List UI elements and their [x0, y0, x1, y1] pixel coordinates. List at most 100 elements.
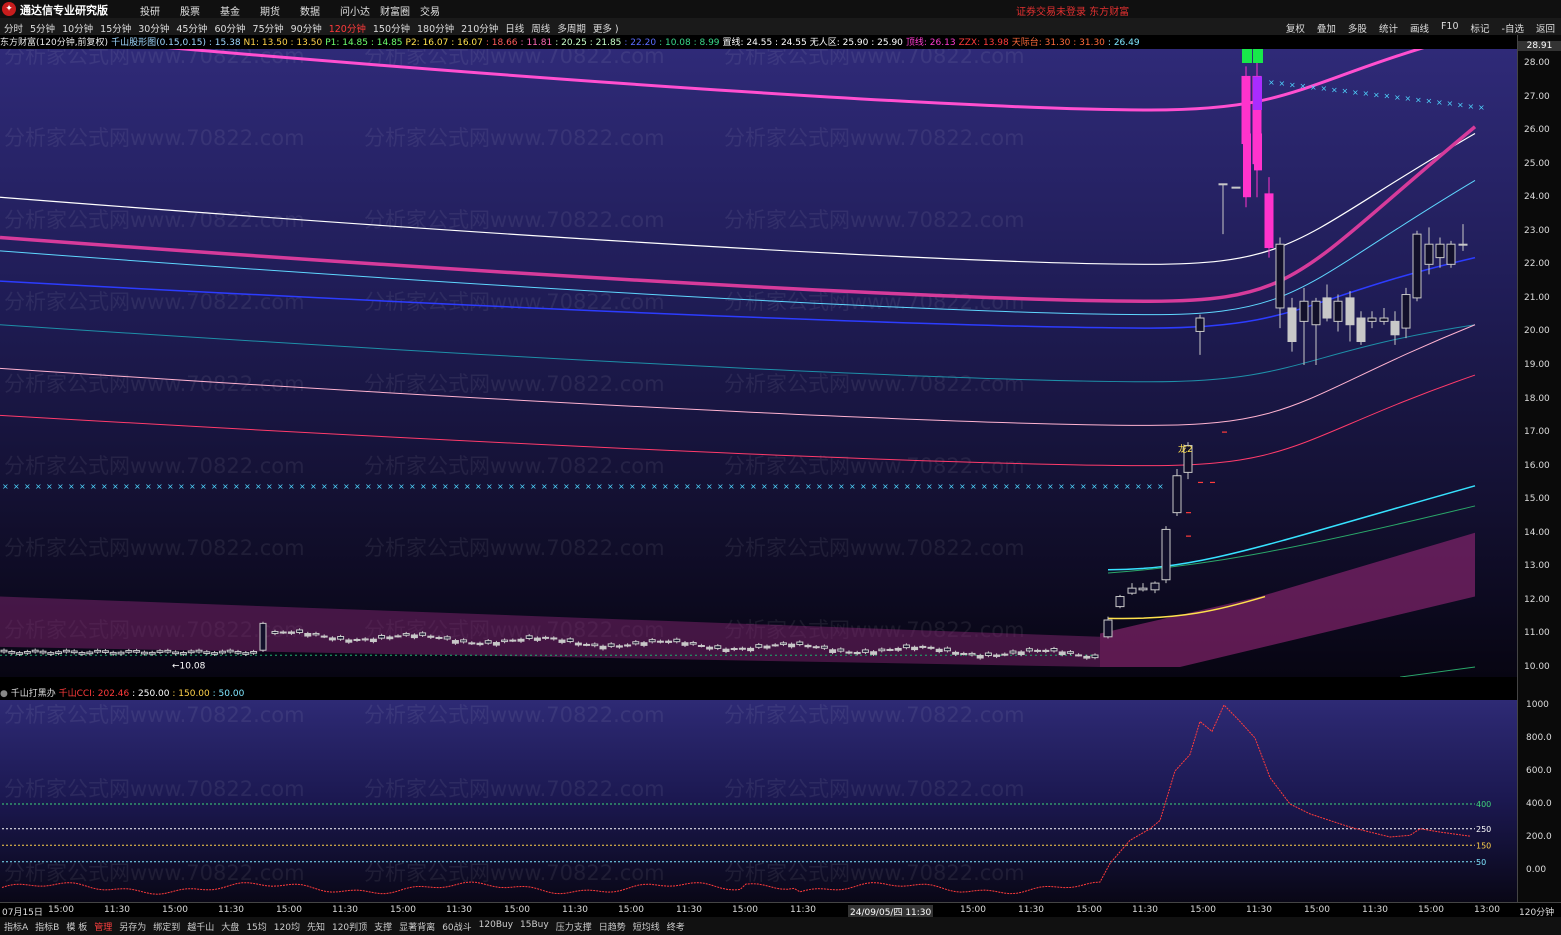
period-tab[interactable]: 75分钟: [253, 21, 284, 35]
candle-body: [738, 647, 746, 650]
menu-item[interactable]: 基金: [220, 3, 260, 18]
period-tab[interactable]: 5分钟: [30, 21, 55, 35]
menu-item[interactable]: 交易: [420, 3, 460, 18]
candle-body: [927, 646, 935, 649]
menu-item[interactable]: 问小达: [340, 3, 380, 18]
formula-tab[interactable]: 显著背离: [399, 920, 435, 933]
period-tab[interactable]: 180分钟: [417, 21, 454, 35]
watermark-text: 分析家公式网www.70822.com: [364, 126, 665, 150]
candle-body: [226, 649, 234, 653]
chart-tool-button[interactable]: 叠加: [1317, 21, 1336, 35]
watermark-text: 分析家公式网www.70822.com: [724, 703, 1025, 727]
x-marker: ×: [145, 482, 152, 491]
candle-body: [337, 636, 345, 640]
x-marker: ×: [948, 482, 955, 491]
time-label: 11:30: [562, 905, 588, 915]
x-marker: ×: [1146, 482, 1153, 491]
menu-item[interactable]: 股票: [180, 3, 220, 18]
period-tab[interactable]: 30分钟: [138, 21, 169, 35]
menu-item[interactable]: 期货: [260, 3, 300, 18]
formula-tab[interactable]: 绑定到: [153, 920, 180, 933]
period-tab[interactable]: 45分钟: [176, 21, 207, 35]
period-tab[interactable]: 210分钟: [461, 21, 498, 35]
watermark-text: 分析家公式网www.70822.com: [4, 49, 305, 68]
period-tab[interactable]: 10分钟: [62, 21, 93, 35]
menu-item[interactable]: 数据: [300, 3, 340, 18]
period-tab[interactable]: 日线: [505, 21, 524, 35]
formula-tab[interactable]: 先知: [307, 920, 325, 933]
period-tab[interactable]: 周线: [531, 21, 550, 35]
formula-tab[interactable]: 60战斗: [442, 920, 471, 933]
period-tab[interactable]: 更多 ): [593, 21, 619, 35]
chart-tool-button[interactable]: F10: [1441, 21, 1459, 35]
candle-body: [203, 651, 211, 654]
watermark-text: 分析家公式网www.70822.com: [364, 861, 665, 885]
formula-tab[interactable]: 终考: [667, 920, 685, 933]
candle-body: [259, 622, 267, 651]
period-tab[interactable]: 多周期: [557, 21, 586, 35]
indicator-value: N1: 13.50 : 13.50: [243, 38, 323, 48]
formula-tab[interactable]: 120均: [274, 920, 300, 933]
candle-body: [755, 644, 763, 648]
login-notice[interactable]: 证券交易未登录 东方财富: [1016, 3, 1129, 18]
formula-tab[interactable]: 指标A: [4, 920, 28, 933]
x-marker: ×: [1135, 482, 1142, 491]
x-marker: ×: [1394, 93, 1401, 102]
cci-tick: 1000: [1526, 700, 1549, 710]
formula-tab[interactable]: 越千山: [187, 920, 214, 933]
chart-tool-button[interactable]: -自选: [1502, 21, 1524, 35]
cci-subchart[interactable]: 分析家公式网www.70822.com 分析家公式网www.70822.com 分析…: [0, 700, 1517, 902]
x-marker: ×: [1363, 89, 1370, 98]
chart-tool-button[interactable]: 复权: [1286, 21, 1305, 35]
chart-tool-button[interactable]: 标记: [1471, 21, 1490, 35]
period-tab[interactable]: 60分钟: [214, 21, 245, 35]
x-marker: ×: [1447, 99, 1454, 108]
time-label: 15:00: [276, 905, 302, 915]
formula-tab[interactable]: 120Buy: [479, 920, 513, 933]
menu-item[interactable]: 投研: [140, 3, 180, 18]
candle-body: [656, 640, 664, 643]
formula-tab[interactable]: 管理: [94, 920, 112, 933]
time-label: 15:00: [618, 905, 644, 915]
watermark-text: 分析家公式网www.70822.com: [4, 861, 305, 885]
formula-tab[interactable]: 大盘: [221, 920, 239, 933]
period-tab[interactable]: 150分钟: [373, 21, 410, 35]
period-tab[interactable]: 分时: [4, 21, 23, 35]
sub-indicator-name[interactable]: 千山打黑办: [11, 689, 56, 699]
chart-tool-button[interactable]: 多股: [1348, 21, 1367, 35]
formula-tab[interactable]: 120判顶: [332, 920, 367, 933]
candle-body: [378, 634, 386, 639]
candle-body: [976, 654, 984, 659]
formula-tab[interactable]: 模 板: [66, 920, 87, 933]
candle-body: [681, 642, 689, 646]
app-logo-icon: ✦: [2, 2, 16, 16]
x-marker: ×: [222, 482, 229, 491]
formula-tab[interactable]: 日趋势: [599, 920, 626, 933]
chart-tool-button[interactable]: 返回: [1536, 21, 1555, 35]
candle-body: [1009, 650, 1017, 654]
x-marker: ×: [1091, 482, 1098, 491]
price-tick: 21.00: [1524, 292, 1550, 303]
formula-tab[interactable]: 15均: [246, 920, 266, 933]
formula-tab[interactable]: 支撑: [374, 920, 392, 933]
price-tick: 27.00: [1524, 91, 1550, 102]
main-price-chart[interactable]: 分析家公式网www.70822.com 分析家公式网www.70822.com 分析…: [0, 49, 1517, 677]
formula-tab[interactable]: 指标B: [35, 920, 59, 933]
candle-body: [1083, 655, 1091, 659]
chart-tool-button[interactable]: 统计: [1379, 21, 1398, 35]
menu-item[interactable]: 财富圈: [380, 3, 420, 18]
candle-body: [55, 651, 63, 654]
price-axis: 28.91 28.00 27.00 26.00 25.00 24.00 23.00 22.0…: [1517, 35, 1561, 683]
period-tab[interactable]: 120分钟: [329, 21, 366, 35]
formula-tab[interactable]: 短均线: [633, 920, 660, 933]
chart-tools: 复权 叠加 多股 统计 画线 F10 标记 -自选 返回: [1286, 21, 1555, 35]
chart-tool-button[interactable]: 画线: [1410, 21, 1429, 35]
candle-body: [501, 639, 509, 643]
formula-tab[interactable]: 压力支撑: [556, 920, 592, 933]
candle-body: [722, 648, 730, 652]
price-tick: 17.00: [1524, 427, 1550, 438]
period-tab[interactable]: 15分钟: [100, 21, 131, 35]
formula-tab[interactable]: 另存为: [119, 920, 146, 933]
formula-tab[interactable]: 15Buy: [520, 920, 549, 933]
period-tab[interactable]: 90分钟: [291, 21, 322, 35]
